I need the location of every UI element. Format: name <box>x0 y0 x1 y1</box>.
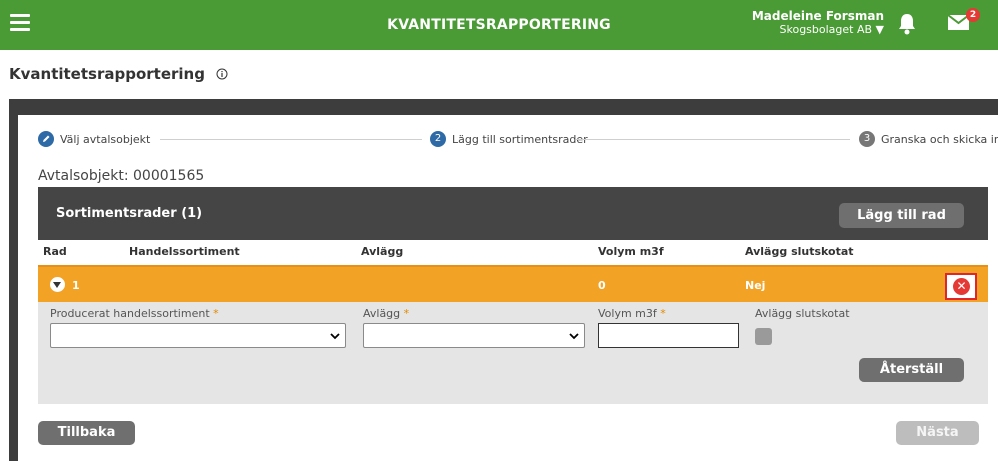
col-rad: Rad <box>43 245 67 258</box>
row-edit-form: Producerat handelssortiment * Avlägg * V… <box>38 302 988 404</box>
product-label: Producerat handelssortiment * <box>50 307 219 320</box>
mail-badge: 2 <box>966 8 980 22</box>
sortiment-title: Sortimentsrader (1) <box>56 206 203 221</box>
user-menu[interactable]: Madeleine Forsman Skogsbolaget AB ▼ <box>752 9 884 37</box>
progress-stepper: Välj avtalsobjekt 2 Lägg till sortiments… <box>38 131 998 147</box>
table-header: Rad Handelssortiment Avlägg Volym m3f Av… <box>38 244 988 264</box>
organization-selector[interactable]: Skogsbolaget AB ▼ <box>752 23 885 37</box>
step-1-label: Välj avtalsobjekt <box>60 132 151 146</box>
step-2: 2 Lägg till sortimentsrader <box>430 131 588 147</box>
step-3-label: Granska och skicka in <box>881 132 998 146</box>
row-number: 1 <box>72 279 80 292</box>
reset-button[interactable]: Återställ <box>859 358 964 382</box>
col-handelssortiment: Handelssortiment <box>129 245 240 258</box>
step-1[interactable]: Välj avtalsobjekt <box>38 131 150 147</box>
sortiment-header: Sortimentsrader (1) Lägg till rad <box>38 187 988 240</box>
step-divider <box>576 139 850 140</box>
add-row-button[interactable]: Lägg till rad <box>839 203 964 228</box>
avlagg-select[interactable] <box>363 323 585 348</box>
product-select[interactable] <box>50 323 346 348</box>
required-marker: * <box>403 307 410 320</box>
collapse-toggle-icon[interactable] <box>50 277 65 292</box>
required-marker: * <box>213 307 219 320</box>
pencil-icon <box>38 131 54 147</box>
avlagg-label: Avlägg * <box>363 307 409 320</box>
row-slutskotat: Nej <box>745 279 766 292</box>
chevron-down-icon <box>569 333 579 340</box>
product-label-text: Producerat handelssortiment <box>50 307 210 320</box>
slutskotat-label: Avlägg slutskotat <box>755 307 850 320</box>
required-marker: * <box>660 307 666 320</box>
col-slutskotat: Avlägg slutskotat <box>745 245 854 258</box>
col-avlagg: Avlägg <box>361 245 404 258</box>
close-icon: ✕ <box>953 278 970 295</box>
info-icon[interactable] <box>216 66 228 84</box>
page-title: Kvantitetsrapportering <box>9 65 228 84</box>
table-row[interactable]: 1 0 Nej ✕ <box>38 265 988 302</box>
back-button[interactable]: Tillbaka <box>38 421 135 445</box>
slutskotat-checkbox[interactable] <box>755 328 772 345</box>
volume-label-text: Volym m3f <box>598 307 657 320</box>
remove-row-button[interactable]: ✕ <box>945 273 977 300</box>
step-3: 3 Granska och skicka in <box>859 131 998 147</box>
agreement-object-label: Avtalsobjekt: 00001565 <box>38 168 205 184</box>
next-button[interactable]: Nästa <box>896 421 979 445</box>
page-title-text: Kvantitetsrapportering <box>9 65 205 83</box>
col-volym: Volym m3f <box>598 245 664 258</box>
step-2-number: 2 <box>430 131 446 147</box>
row-volym: 0 <box>598 279 606 292</box>
volume-label: Volym m3f * <box>598 307 666 320</box>
chevron-down-icon <box>330 333 340 340</box>
step-3-number: 3 <box>859 131 875 147</box>
step-divider <box>160 139 422 140</box>
step-2-label: Lägg till sortimentsrader <box>452 132 588 146</box>
top-bar: KVANTITETSRAPPORTERING Madeleine Forsman… <box>0 0 998 50</box>
user-name: Madeleine Forsman <box>751 9 884 23</box>
volume-input[interactable] <box>598 323 739 348</box>
bell-icon[interactable] <box>897 13 917 39</box>
avlagg-label-text: Avlägg <box>363 307 401 320</box>
